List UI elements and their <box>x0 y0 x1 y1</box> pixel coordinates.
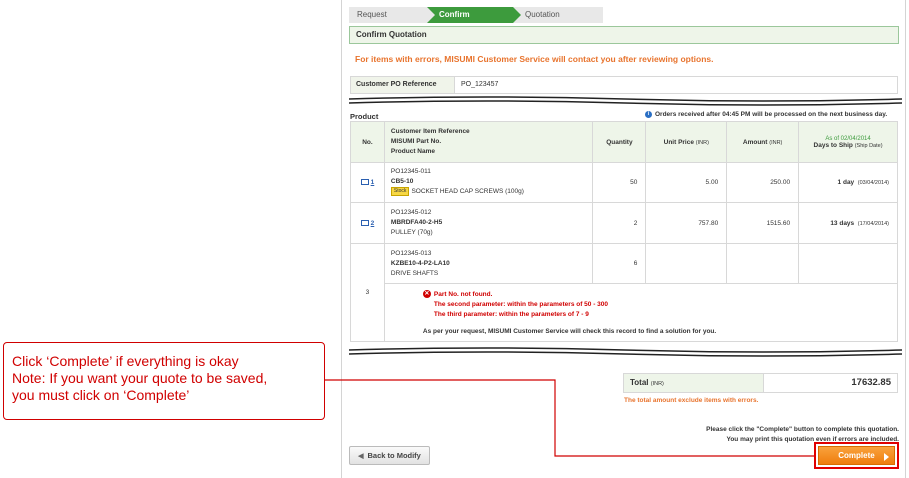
product-name: PULLEY (70g) <box>390 229 433 236</box>
error-title: ✕ Part No. not found. <box>422 290 493 299</box>
unit-price-cell: 5.00 <box>645 162 728 203</box>
complete-button-label: Complete <box>838 451 875 460</box>
back-button-label: Back to Modify <box>367 451 421 460</box>
step-confirm-quotation: Confirm Quotation <box>427 7 521 35</box>
po-reference-value: PO_123457 <box>461 81 499 88</box>
customer-ref: PO12345-012 <box>390 209 432 216</box>
arrow-right-icon <box>884 453 889 461</box>
product-section-label: Product <box>350 112 379 121</box>
header-ref-part: MISUMI Part No. <box>390 138 442 145</box>
customer-ref: PO12345-011 <box>390 168 431 176</box>
days-cell: 1 day (03/04/2014) <box>798 162 898 203</box>
po-reference-row: Customer PO Reference PO_123457 <box>350 76 898 94</box>
product-name: DRIVE SHAFTS <box>390 269 439 277</box>
step-request-quotation: Request Quotation <box>349 7 435 35</box>
customer-ref: PO12345-013 <box>390 249 432 257</box>
product-name: SOCKET HEAD CAP SCREWS (100g) <box>411 188 524 196</box>
error-detail-cell: ✕ Part No. not found. The second paramete… <box>383 283 899 342</box>
part-number: CB5-10 <box>390 178 414 186</box>
callout-line-3: you must click on ‘Complete’ <box>12 387 190 403</box>
error-parameter-2: The second parameter: within the paramet… <box>433 301 609 308</box>
complete-instruction-1: Please click the "Complete" button to co… <box>706 426 899 433</box>
quantity-cell: 2 <box>592 202 647 244</box>
header-ref-customer: Customer Item Reference <box>390 128 470 135</box>
stock-badge: Stock <box>390 187 410 197</box>
header-amount: Amount (INR) <box>726 121 800 163</box>
total-note: The total amount exclude items with erro… <box>624 397 759 404</box>
shipping-cutoff-text: Orders received after 04:45 PM will be p… <box>655 111 888 118</box>
product-table: No. Customer Item Reference MISUMI Part … <box>350 121 899 342</box>
row-number-cell: 1 <box>350 162 385 203</box>
part-number: KZBE10-4-P2-LA10 <box>390 259 450 267</box>
section-break-wave <box>349 96 902 106</box>
row-number-cell: 2 <box>350 202 385 244</box>
reference-cell: PO12345-012 MBRDFA40-2-H5 PULLEY (70g) <box>383 202 594 244</box>
row-link-2[interactable]: 2 <box>371 220 375 227</box>
customer-service-note: As per your request, MISUMI Customer Ser… <box>422 328 717 335</box>
row-number-cell: 3 <box>350 243 385 342</box>
error-row: ✕ Part No. not found. The second paramete… <box>351 283 899 342</box>
reference-cell: PO12345-011 CB5-10 Stock SOCKET HEAD CAP … <box>383 162 594 203</box>
step-quotation-completed: Quotation Completed <box>513 7 603 35</box>
complete-button[interactable]: Complete <box>818 446 895 465</box>
days-cell: 13 days (17/04/2014) <box>798 202 898 244</box>
callout-line-1: Click ‘Complete’ if everything is okay <box>12 353 239 369</box>
total-value: 17632.85 <box>851 377 891 388</box>
header-unit-price: Unit Price (INR) <box>645 121 728 163</box>
total-label: Total (INR) <box>624 374 764 392</box>
header-quantity: Quantity <box>592 121 647 163</box>
complete-highlight-box: Complete <box>814 442 899 469</box>
quantity-cell: 50 <box>592 162 647 203</box>
unit-price-cell: 757.80 <box>645 202 728 244</box>
table-header-row: No. Customer Item Reference MISUMI Part … <box>350 121 898 163</box>
table-row: 1 PO12345-011 CB5-10 Stock SOCKET HEAD CA… <box>350 162 898 203</box>
shipping-cutoff-note: i Orders received after 04:45 PM will be… <box>645 111 887 118</box>
header-no: No. <box>350 121 385 163</box>
header-ref-name: Product Name <box>390 148 435 155</box>
error-icon: ✕ <box>422 290 431 299</box>
instruction-callout: Click ‘Complete’ if everything is okay N… <box>3 342 325 420</box>
arrow-left-icon: ◀ <box>358 452 364 460</box>
table-row: 2 PO12345-012 MBRDFA40-2-H5 PULLEY (70g)… <box>350 202 898 244</box>
product-detail-icon[interactable] <box>360 179 369 186</box>
quantity-cell: 6 <box>592 243 647 284</box>
part-number: MBRDFA40-2-H5 <box>390 219 443 226</box>
info-icon: i <box>645 111 652 118</box>
header-days-to-ship: As of 02/04/2014 Days to Ship (Ship Date… <box>798 121 898 163</box>
total-row: Total (INR) 17632.85 <box>623 373 898 393</box>
page-title: Confirm Quotation <box>349 26 899 44</box>
section-break-wave <box>349 346 902 358</box>
error-parameter-3: The third parameter: within the paramete… <box>433 311 589 318</box>
table-row: 3 PO12345-013 KZBE10-4-P2-LA10 DRIVE SHA… <box>350 243 898 342</box>
amount-cell: 250.00 <box>726 162 800 203</box>
product-detail-icon[interactable] <box>360 219 369 226</box>
amount-cell: 1515.60 <box>726 202 800 244</box>
reference-cell: PO12345-013 KZBE10-4-P2-LA10 DRIVE SHAFT… <box>383 243 594 284</box>
po-reference-label: Customer PO Reference <box>351 77 455 93</box>
callout-line-2: Note: If you want your quote to be saved… <box>12 370 268 386</box>
row-link-1[interactable]: 1 <box>371 179 375 186</box>
error-notice: For items with errors, MISUMI Customer S… <box>355 54 714 64</box>
progress-steps: Request Quotation Confirm Quotation Quot… <box>349 7 603 35</box>
back-to-modify-button[interactable]: ◀ Back to Modify <box>349 446 430 465</box>
header-reference: Customer Item Reference MISUMI Part No. … <box>383 121 594 163</box>
